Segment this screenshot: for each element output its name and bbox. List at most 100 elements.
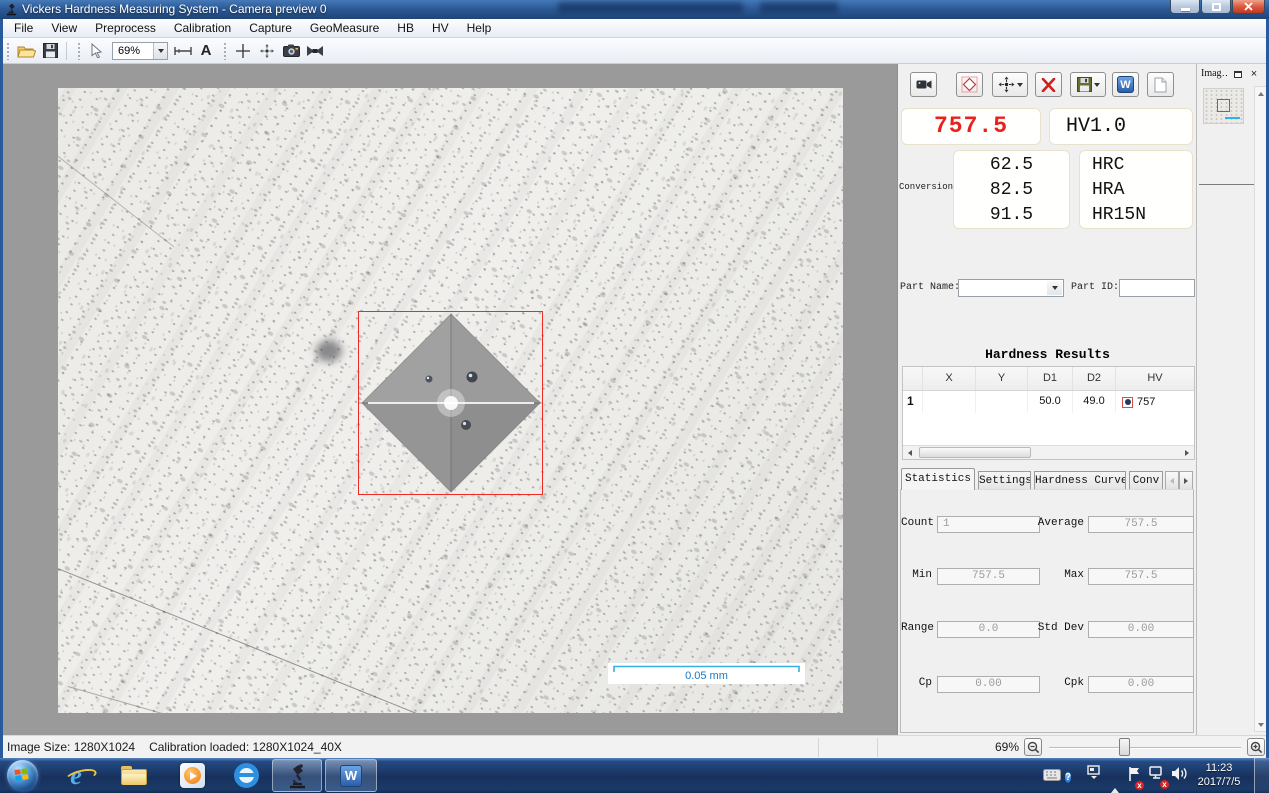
tab-settings[interactable]: Settings bbox=[978, 471, 1031, 490]
hardness-value: 757.5 bbox=[901, 108, 1041, 145]
results-panel: W 757.5 HV1.0 Conversion 62.5 82.5 91.5 … bbox=[897, 64, 1196, 735]
auto-locate-button[interactable] bbox=[256, 40, 278, 62]
network-icon[interactable]: x bbox=[1149, 766, 1166, 786]
scrollbar-thumb[interactable] bbox=[919, 447, 1031, 458]
toolbar-grip bbox=[77, 42, 81, 60]
tab-scroll-left-button[interactable] bbox=[1165, 471, 1179, 490]
media-player-button[interactable] bbox=[176, 761, 208, 790]
caliper-icon bbox=[174, 46, 192, 56]
application-window: Vickers Hardness Measuring System - Came… bbox=[0, 0, 1269, 793]
action-center-icon[interactable]: x bbox=[1127, 766, 1141, 787]
column-header-d1[interactable]: D1 bbox=[1028, 367, 1073, 390]
word-icon: W bbox=[340, 765, 362, 787]
show-desktop-button[interactable] bbox=[1254, 758, 1269, 793]
scroll-up-arrow[interactable] bbox=[1255, 87, 1266, 100]
tab-scroll-right-button[interactable] bbox=[1179, 471, 1193, 490]
zoom-select[interactable]: 69% bbox=[112, 42, 168, 60]
toolbar-separator bbox=[66, 42, 67, 60]
crosshair-button[interactable] bbox=[232, 40, 254, 62]
select-cursor-button[interactable] bbox=[86, 40, 108, 62]
micrograph-image[interactable]: 0.05 mm bbox=[58, 88, 843, 713]
tab-strip: Statistics Settings Hardness Curve Conv bbox=[898, 468, 1197, 490]
menu-help[interactable]: Help bbox=[458, 19, 501, 38]
indent-marker-icon bbox=[1122, 397, 1133, 408]
word-taskbar-button[interactable]: W bbox=[325, 759, 377, 792]
zoom-slider-track[interactable] bbox=[1049, 747, 1241, 749]
measurement-roi[interactable] bbox=[358, 311, 543, 495]
dock-close-button[interactable]: × bbox=[1248, 68, 1260, 80]
export-word-button[interactable]: W bbox=[1112, 72, 1139, 97]
table-horizontal-scrollbar[interactable] bbox=[903, 445, 1194, 459]
open-file-button[interactable] bbox=[15, 40, 37, 62]
hardness-app-taskbar-button[interactable] bbox=[272, 759, 322, 792]
menu-preprocess[interactable]: Preprocess bbox=[86, 19, 165, 38]
part-id-input[interactable] bbox=[1119, 279, 1195, 297]
image-thumbnail[interactable] bbox=[1203, 88, 1244, 124]
menu-file[interactable]: File bbox=[5, 19, 42, 38]
zoom-out-button[interactable] bbox=[1024, 738, 1042, 756]
min-value: 757.5 bbox=[937, 568, 1040, 585]
menu-geomeasure[interactable]: GeoMeasure bbox=[301, 19, 388, 38]
volume-icon[interactable] bbox=[1171, 766, 1189, 786]
menu-hb[interactable]: HB bbox=[388, 19, 423, 38]
column-header-y[interactable]: Y bbox=[976, 367, 1028, 390]
folder-icon bbox=[121, 766, 147, 785]
status-divider bbox=[818, 738, 819, 757]
scroll-right-arrow[interactable] bbox=[1180, 446, 1194, 459]
zoom-in-button[interactable] bbox=[1247, 738, 1265, 756]
title-bar[interactable]: Vickers Hardness Measuring System - Came… bbox=[0, 0, 1269, 19]
conversion-value: 62.5 bbox=[954, 153, 1069, 178]
clock-time: 11:23 bbox=[1192, 761, 1246, 775]
part-name-select[interactable] bbox=[958, 279, 1064, 297]
file-explorer-button[interactable] bbox=[118, 761, 150, 790]
scroll-down-arrow[interactable] bbox=[1255, 718, 1266, 731]
cpk-value: 0.00 bbox=[1088, 676, 1194, 693]
show-hidden-icons-button[interactable] bbox=[1111, 771, 1119, 789]
video-capture-button[interactable] bbox=[304, 40, 326, 62]
help-icon[interactable]: ? bbox=[1065, 767, 1071, 785]
chevron-down-icon bbox=[1094, 83, 1100, 87]
stddev-value: 0.00 bbox=[1088, 621, 1194, 638]
column-header-d2[interactable]: D2 bbox=[1073, 367, 1116, 390]
menu-capture[interactable]: Capture bbox=[240, 19, 301, 38]
start-button[interactable] bbox=[7, 760, 38, 791]
save-results-button[interactable] bbox=[1070, 72, 1106, 97]
column-header-index[interactable] bbox=[903, 367, 923, 390]
column-header-hv[interactable]: HV bbox=[1116, 367, 1194, 390]
menu-hv[interactable]: HV bbox=[423, 19, 458, 38]
max-label: Max bbox=[1037, 569, 1084, 581]
new-report-button[interactable] bbox=[1147, 72, 1174, 97]
tab-statistics[interactable]: Statistics bbox=[901, 468, 975, 490]
live-video-button[interactable] bbox=[910, 72, 937, 97]
zoom-slider-thumb[interactable] bbox=[1119, 738, 1130, 756]
column-header-x[interactable]: X bbox=[923, 367, 976, 390]
measure-caliper-button[interactable] bbox=[172, 40, 194, 62]
browser-button[interactable] bbox=[230, 761, 262, 790]
maximize-button[interactable] bbox=[1201, 0, 1231, 14]
delete-result-button[interactable] bbox=[1035, 72, 1062, 97]
keyboard-icon[interactable] bbox=[1043, 768, 1061, 786]
diamond-icon bbox=[961, 76, 978, 93]
text-annotation-button[interactable]: A bbox=[196, 40, 216, 62]
save-button[interactable] bbox=[39, 40, 61, 62]
snapshot-button[interactable] bbox=[280, 40, 302, 62]
conversion-scale: HRC bbox=[1092, 153, 1192, 178]
table-row[interactable]: 1 50.0 49.0 757 bbox=[903, 391, 1194, 413]
dock-float-button[interactable] bbox=[1232, 68, 1244, 80]
internet-explorer-button[interactable]: e bbox=[60, 761, 92, 790]
menu-view[interactable]: View bbox=[42, 19, 86, 38]
ime-window-icon[interactable] bbox=[1087, 765, 1101, 786]
scroll-left-arrow[interactable] bbox=[903, 446, 917, 459]
scale-bar: 0.05 mm bbox=[608, 663, 805, 684]
menu-calibration[interactable]: Calibration bbox=[165, 19, 240, 38]
minimize-button[interactable] bbox=[1170, 0, 1200, 14]
tab-hardness-curve[interactable]: Hardness Curve bbox=[1034, 471, 1126, 490]
auto-measure-button[interactable] bbox=[992, 72, 1028, 97]
taskbar-clock[interactable]: 11:23 2017/7/5 bbox=[1192, 761, 1246, 789]
indent-detect-button[interactable] bbox=[956, 72, 983, 97]
tab-conversion[interactable]: Conv bbox=[1129, 471, 1163, 490]
crosshair-icon bbox=[236, 44, 250, 58]
close-button[interactable] bbox=[1232, 0, 1265, 14]
cell-d1: 50.0 bbox=[1028, 391, 1073, 413]
open-folder-icon bbox=[17, 44, 36, 58]
